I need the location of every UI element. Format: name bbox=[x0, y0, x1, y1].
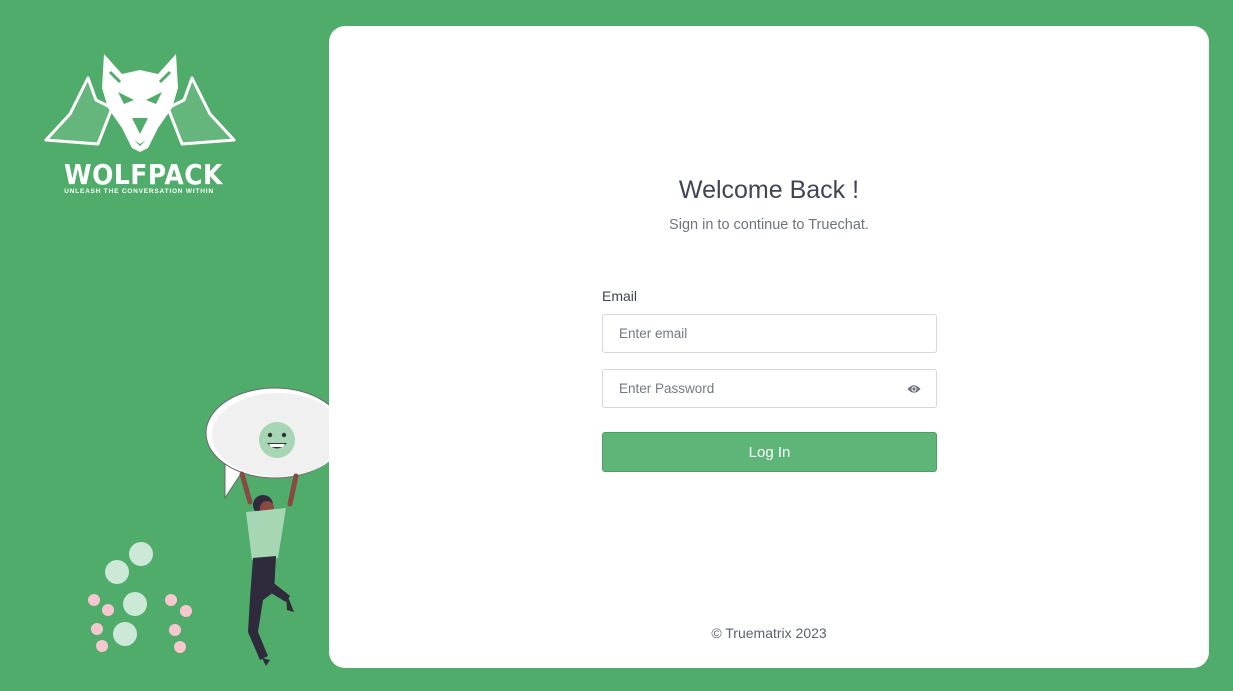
eye-icon[interactable] bbox=[907, 384, 921, 394]
brand-name: WOLFPACK bbox=[64, 158, 223, 191]
password-field[interactable] bbox=[602, 369, 937, 408]
left-flower-cluster bbox=[88, 542, 192, 653]
brand-logo: WOLFPACK UNLEASH THE CONVERSATION WITHIN bbox=[40, 48, 240, 198]
page-title: Welcome Back ! bbox=[678, 176, 860, 204]
login-form: Email Log In bbox=[602, 288, 937, 472]
email-label: Email bbox=[602, 288, 638, 304]
person-figure bbox=[239, 471, 299, 666]
email-field[interactable] bbox=[602, 314, 937, 353]
smiley-icon bbox=[259, 422, 295, 458]
wolf-head-icon bbox=[44, 54, 236, 152]
login-card: Welcome Back ! Sign in to continue to Tr… bbox=[329, 26, 1209, 668]
login-button[interactable]: Log In bbox=[602, 432, 937, 472]
password-wrapper bbox=[602, 369, 937, 408]
footer-copyright: © Truematrix 2023 bbox=[711, 625, 827, 641]
brand-tagline: UNLEASH THE CONVERSATION WITHIN bbox=[64, 188, 214, 195]
page-subtitle: Sign in to continue to Truechat. bbox=[669, 217, 869, 233]
speech-bubble bbox=[205, 387, 345, 500]
